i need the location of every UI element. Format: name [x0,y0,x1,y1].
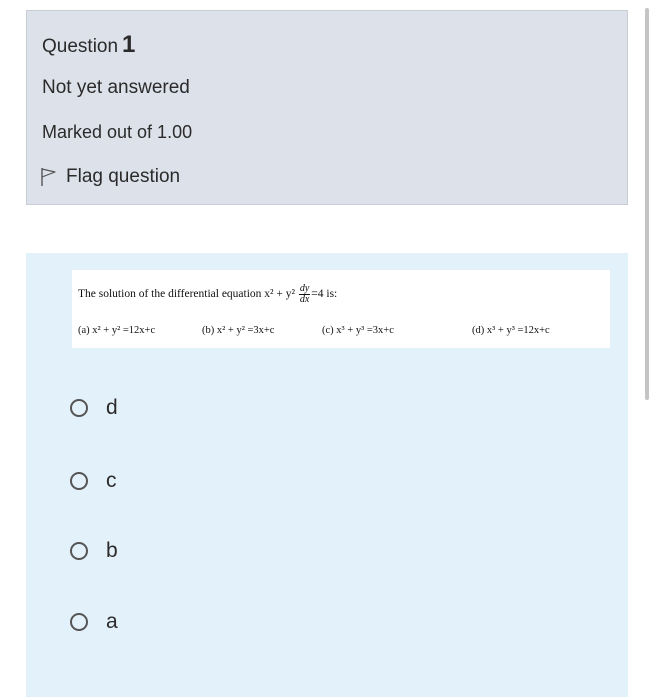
answer-label: a [106,610,118,633]
option-a-text: (a) x² + y² =12x+c [78,325,156,336]
question-title: Question 1 [42,31,135,59]
option-c-text: (c) x³ + y³ =3x+c [322,325,394,336]
flag-outline-icon [41,168,56,186]
question-stem: The solution of the differential equatio… [78,284,337,305]
derivative-fraction: dy dx [298,284,311,305]
option-d-text: (d) x³ + y³ =12x+c [472,325,550,336]
question-state: Not yet answered [42,77,190,98]
question-content-panel: The solution of the differential equatio… [26,253,628,697]
answer-option-a[interactable]: a [70,610,118,634]
radio-button[interactable] [70,542,88,560]
answer-label: c [106,469,117,492]
question-number: 1 [122,31,136,58]
flag-question-label: Flag question [66,166,181,187]
question-grade: Marked out of 1.00 [42,122,193,142]
answer-option-d[interactable]: d [70,396,118,420]
stem-suffix: =4 is: [311,288,338,301]
scrollbar[interactable] [645,8,649,400]
answer-option-b[interactable]: b [70,539,118,563]
answer-option-c[interactable]: c [70,469,117,493]
frac-denominator: dx [299,294,310,305]
answer-label: d [106,396,118,419]
radio-button[interactable] [70,399,88,417]
stem-text: The solution of the differential equatio… [78,288,295,301]
option-b-text: (b) x² + y² =3x+c [202,325,275,336]
question-label: Question [42,36,119,57]
answer-label: b [106,539,118,562]
radio-button[interactable] [70,613,88,631]
radio-button[interactable] [70,472,88,490]
question-info-panel: Question 1 Not yet answered Marked out of… [26,10,628,205]
flag-question-link[interactable]: Flag question [40,166,180,188]
question-image: The solution of the differential equatio… [72,270,610,348]
